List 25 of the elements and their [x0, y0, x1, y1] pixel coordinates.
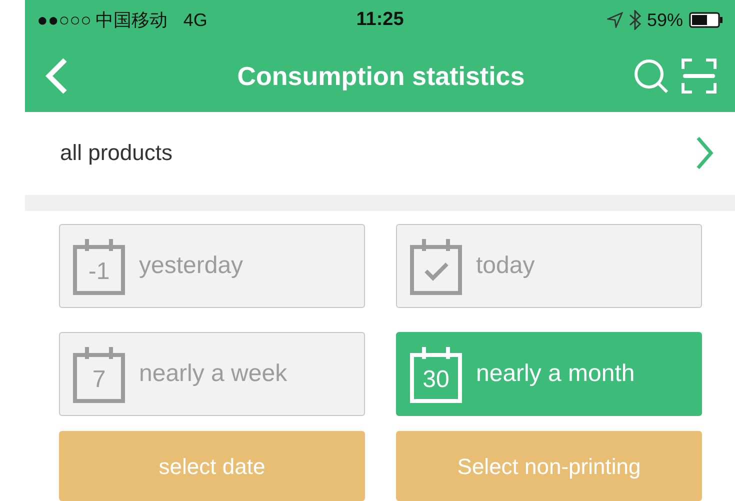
- product-label: all products: [60, 140, 173, 166]
- action-button[interactable]: Select non-printing: [396, 431, 702, 501]
- location-arrow-icon: [606, 12, 623, 28]
- period-option[interactable]: 30 nearly a month: [396, 332, 702, 416]
- product-selector[interactable]: all products: [25, 112, 735, 195]
- search-button[interactable]: [633, 58, 669, 94]
- chevron-right-icon: [695, 136, 713, 170]
- calendar-icon: [410, 237, 462, 295]
- network-type: 4G: [183, 10, 208, 30]
- calendar-number: 7: [91, 365, 107, 395]
- back-button[interactable]: [43, 57, 69, 95]
- period-option[interactable]: 7 nearly a week: [59, 332, 365, 416]
- calendar-number: 30: [422, 365, 450, 395]
- bluetooth-icon: [628, 10, 641, 30]
- carrier-name: 中国移动: [95, 9, 168, 32]
- period-option[interactable]: -1 yesterday: [59, 224, 365, 308]
- signal-strength: ●●○○○: [37, 10, 92, 30]
- scan-button[interactable]: [681, 58, 717, 94]
- clock-time: 11:25: [356, 9, 404, 31]
- action-button[interactable]: select date: [59, 431, 365, 501]
- page-title: Consumption statistics: [236, 60, 526, 92]
- battery-percent: 59%: [646, 10, 684, 30]
- battery-icon: [689, 12, 724, 28]
- period-option[interactable]: today: [396, 224, 702, 308]
- calendar-number: -1: [87, 257, 111, 287]
